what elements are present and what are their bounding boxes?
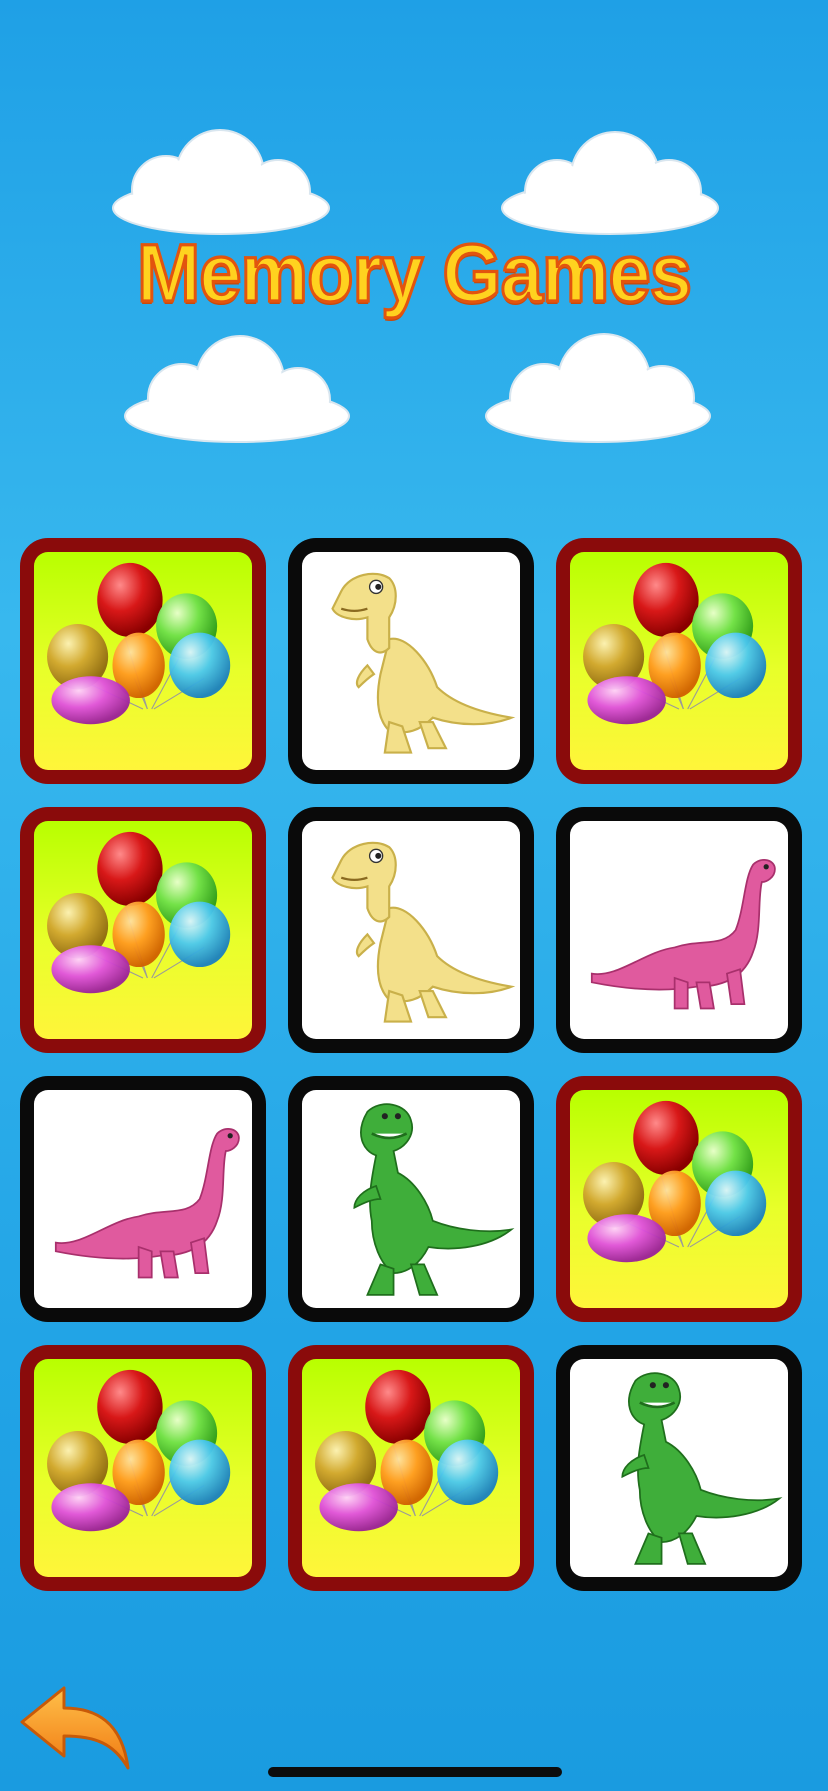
memory-card[interactable] bbox=[288, 538, 534, 784]
balloons-icon bbox=[583, 1100, 767, 1263]
memory-card[interactable] bbox=[556, 807, 802, 1053]
memory-card[interactable] bbox=[288, 807, 534, 1053]
card-image bbox=[34, 1359, 252, 1577]
cloud-decoration-bottom-left bbox=[124, 335, 350, 443]
green-dinosaur-icon bbox=[353, 1103, 515, 1296]
card-image bbox=[570, 1359, 788, 1577]
memory-card[interactable] bbox=[556, 538, 802, 784]
cloud-decoration-bottom-right bbox=[485, 333, 711, 443]
back-arrow-icon[interactable] bbox=[18, 1682, 134, 1774]
memory-card[interactable] bbox=[20, 1076, 266, 1322]
home-indicator bbox=[268, 1767, 562, 1777]
card-image bbox=[302, 821, 520, 1039]
balloons-icon bbox=[315, 1369, 499, 1532]
yellow-dinosaur-icon bbox=[331, 572, 516, 754]
green-dinosaur-icon bbox=[621, 1372, 783, 1565]
card-image bbox=[570, 1090, 788, 1308]
card-image bbox=[34, 821, 252, 1039]
memory-card[interactable] bbox=[288, 1345, 534, 1591]
balloons-icon bbox=[47, 831, 231, 994]
memory-card[interactable] bbox=[20, 538, 266, 784]
balloons-icon bbox=[583, 562, 767, 725]
card-image bbox=[570, 821, 788, 1039]
pink-dinosaur-icon bbox=[590, 858, 776, 1010]
memory-card[interactable] bbox=[20, 807, 266, 1053]
card-image bbox=[302, 1359, 520, 1577]
memory-card[interactable] bbox=[556, 1345, 802, 1591]
card-image bbox=[34, 1090, 252, 1308]
memory-card[interactable] bbox=[288, 1076, 534, 1322]
card-image bbox=[302, 552, 520, 770]
card-image bbox=[302, 1090, 520, 1308]
card-image bbox=[34, 552, 252, 770]
balloons-icon bbox=[47, 1369, 231, 1532]
balloons-icon bbox=[47, 562, 231, 725]
yellow-dinosaur-icon bbox=[331, 841, 516, 1023]
memory-card[interactable] bbox=[20, 1345, 266, 1591]
pink-dinosaur-icon bbox=[54, 1127, 240, 1279]
page-title: Memory Games bbox=[135, 227, 693, 320]
card-image bbox=[570, 552, 788, 770]
cloud-decoration-top-left bbox=[112, 129, 330, 235]
cloud-decoration-top-right bbox=[501, 131, 719, 235]
memory-card[interactable] bbox=[556, 1076, 802, 1322]
